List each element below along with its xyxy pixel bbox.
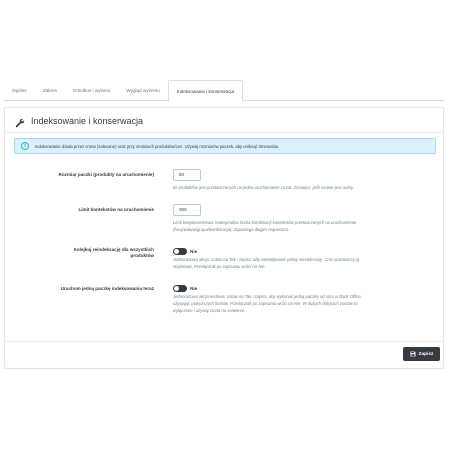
run-now-toggle[interactable] <box>173 285 187 292</box>
queue-reindex-label-2: produktów <box>130 253 154 258</box>
context-limit-help-2: (hrsą/waluta/grupa/kombinacja). Zapobieg… <box>173 227 290 232</box>
panel-title: Indeksowanie i konserwacja <box>31 116 144 126</box>
settings-panel: Indeksowanie i konserwacja i Indeksowani… <box>4 107 444 369</box>
tab-bar: Ogólne Zakres Omnibus i wyłomo Wygląd wy… <box>4 80 444 102</box>
alert-text: Indeksowanie działa przez crona (zalecan… <box>35 144 279 149</box>
batch-size-input[interactable]: 50 <box>173 169 201 181</box>
run-now-help-1: Jednorazowa akcja testowa: ustaw na Tak … <box>173 294 362 299</box>
info-alert: i Indeksowanie działa przez crona (zalec… <box>14 138 436 154</box>
wrench-icon <box>15 118 25 128</box>
save-button[interactable]: Zapisz <box>403 347 440 361</box>
save-label: Zapisz <box>418 351 434 357</box>
tab-scope[interactable]: Zakres <box>35 80 65 101</box>
batch-size-label: Rozmiar paczki (produkty na uruchomienie… <box>58 172 154 177</box>
context-limit-label: Limit kontekstów na uruchomienie <box>78 207 154 212</box>
queue-reindex-help-2: stopniowo. Przełącznik po zapisaniu wróc… <box>173 264 266 269</box>
info-icon: i <box>21 142 29 150</box>
queue-reindex-help-1: Jednorazowa akcja: ustaw na Tak i zapisz… <box>173 257 360 262</box>
tab-indexing[interactable]: Indeksowanie i konserwacja <box>167 80 244 102</box>
run-now-help-3: wyłączone i używaj crona na serwerze. <box>173 308 246 313</box>
run-now-label: Uruchom jedną paczkę indeksowania teraz <box>60 286 154 291</box>
save-icon <box>410 351 416 357</box>
tab-chart-look[interactable]: Wygląd wykresu <box>118 80 167 101</box>
queue-reindex-state: Nie <box>190 249 198 254</box>
tab-general[interactable]: Ogólne <box>4 80 35 101</box>
panel-footer-divider <box>5 341 443 342</box>
panel-header: Indeksowanie i konserwacja <box>5 108 443 133</box>
run-now-help-2: używając powyższych limitów. Przełącznik… <box>173 301 358 306</box>
run-now-state: Nie <box>190 286 198 291</box>
context-limit-help-1: Limit bezpieczeństwa: maksymalna liczba … <box>173 220 357 225</box>
context-limit-input[interactable]: 300 <box>173 204 201 216</box>
tab-omnibus[interactable]: Omnibus i wyłomo <box>65 80 119 101</box>
queue-reindex-toggle[interactable] <box>173 248 187 255</box>
batch-size-help: Ile produktów jest przetwarzanych na jed… <box>173 185 354 190</box>
